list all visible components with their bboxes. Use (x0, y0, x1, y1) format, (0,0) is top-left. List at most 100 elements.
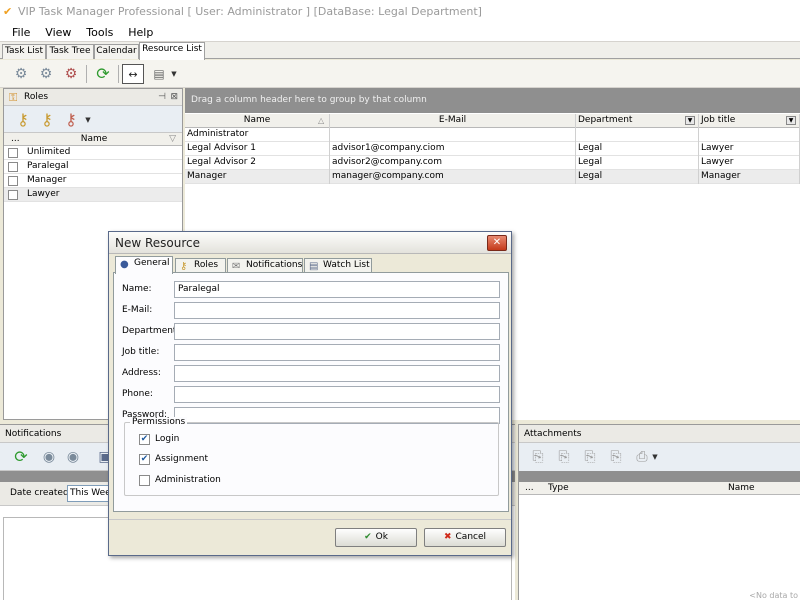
date-created-select[interactable]: This Week (67, 485, 111, 502)
job-title-field-row: Job title: (114, 344, 510, 361)
dialog-tab-roles[interactable]: ⚷ Roles (175, 258, 226, 273)
assignment-label: Assignment (155, 454, 208, 464)
sort-arrow-icon: ▽ (169, 134, 176, 144)
column-header-job-title[interactable]: Job title (699, 114, 800, 128)
dialog-tab-general[interactable]: ● General (115, 256, 173, 274)
tab-task-list[interactable]: Task List (2, 44, 46, 59)
menu-help[interactable]: Help (122, 24, 159, 39)
menu-bar: File View Tools Help (0, 24, 800, 42)
toolbar-separator (86, 65, 87, 83)
add-role-icon[interactable]: ⚷ (12, 110, 34, 130)
table-row[interactable]: Manager manager@company.com Legal Manage… (185, 170, 800, 184)
delete-attachment-icon[interactable]: ⎘ (605, 447, 627, 467)
roles-grid-header: Name ... ▽ (4, 133, 182, 146)
ok-button[interactable]: ✔ Ok (335, 528, 417, 547)
filter-dropdown-icon[interactable]: ▼ (786, 116, 796, 125)
menu-tools[interactable]: Tools (80, 24, 119, 39)
name-label: Name: (122, 284, 152, 294)
phone-input[interactable] (174, 386, 500, 403)
department-input[interactable] (174, 323, 500, 340)
view-all-icon[interactable]: ◉ (62, 447, 84, 467)
dialog-tab-label: Notifications (246, 260, 303, 270)
filter-dropdown-icon[interactable]: ▼ (685, 116, 695, 125)
column-header-dots[interactable]: ... (525, 482, 534, 494)
chevron-down-icon[interactable]: ▼ (649, 447, 661, 467)
name-input[interactable]: Paralegal (174, 281, 500, 298)
administration-checkbox[interactable] (139, 475, 150, 486)
attachments-panel: Attachments ⎘ ⎘ ⎘ ⎘ ⎙ ▼ ... Type Name <N… (518, 424, 800, 600)
dialog-tab-watch-list[interactable]: ▤ Watch List (304, 258, 372, 273)
edit-role-icon[interactable]: ⚷ (36, 110, 58, 130)
save-attachment-icon[interactable]: ⎘ (579, 447, 601, 467)
column-header-label: Name (243, 115, 271, 125)
job-title-input[interactable] (174, 344, 500, 361)
login-label: Login (155, 434, 180, 444)
column-header-name[interactable]: Name (185, 114, 330, 128)
close-panel-icon[interactable]: ⊠ (170, 89, 178, 105)
dialog-separator (109, 519, 511, 520)
group-by-bar[interactable]: Drag a column header here to group by th… (185, 88, 800, 113)
job-title-label: Job title: (122, 347, 160, 357)
role-row-unlimited[interactable]: Unlimited (4, 146, 182, 160)
edit-resource-icon[interactable]: ⚙ (35, 64, 57, 84)
tab-calendar[interactable]: Calendar (94, 44, 139, 59)
add-attachment-icon[interactable]: ⎘ (527, 447, 549, 467)
table-row[interactable]: Legal Advisor 2 advisor2@company.com Leg… (185, 156, 800, 170)
chevron-down-icon[interactable]: ▼ (82, 110, 94, 130)
role-checkbox[interactable] (8, 176, 18, 186)
refresh-icon[interactable]: ⟳ (92, 64, 114, 84)
dialog-title-bar: New Resource ✕ (109, 232, 511, 254)
role-checkbox[interactable] (8, 190, 18, 200)
chevron-down-icon[interactable]: ▼ (168, 64, 180, 84)
role-checkbox[interactable] (8, 148, 18, 158)
attachments-group-bar (519, 471, 800, 482)
department-label: Department: (122, 326, 180, 336)
open-attachment-icon[interactable]: ⎘ (553, 447, 575, 467)
pin-icon[interactable]: ⊣ (158, 89, 166, 105)
dialog-tab-label: Watch List (323, 260, 370, 270)
cell-email: manager@company.com (330, 170, 576, 184)
role-row-manager[interactable]: Manager (4, 174, 182, 188)
close-dialog-button[interactable]: ✕ (487, 235, 507, 251)
no-data-text: <No data to (749, 591, 798, 600)
role-row-paralegal[interactable]: Paralegal (4, 160, 182, 174)
column-header-email[interactable]: E-Mail (330, 114, 576, 128)
column-width-icon[interactable]: ↔ (122, 64, 144, 84)
role-row-lawyer[interactable]: Lawyer (4, 188, 182, 202)
table-row[interactable]: Legal Advisor 1 advisor1@company.ciom Le… (185, 142, 800, 156)
permissions-legend: Permissions (130, 417, 188, 427)
email-input[interactable] (174, 302, 500, 319)
address-input[interactable] (174, 365, 500, 382)
menu-view[interactable]: View (39, 24, 77, 39)
roles-column-dots[interactable]: ... (11, 133, 20, 145)
refresh-icon[interactable]: ⟳ (10, 447, 32, 467)
add-resource-icon[interactable]: ⚙ (10, 64, 32, 84)
cancel-button[interactable]: ✖ Cancel (424, 528, 506, 547)
role-checkbox[interactable] (8, 162, 18, 172)
assignment-checkbox[interactable]: ✔ (139, 454, 150, 465)
administration-label: Administration (155, 475, 221, 485)
roles-column-name[interactable]: Name (4, 133, 184, 145)
roles-key-icon: ⚿ (9, 91, 18, 104)
app-check-icon: ✔ (3, 5, 13, 18)
delete-resource-icon[interactable]: ⚙ (60, 64, 82, 84)
menu-file[interactable]: File (0, 24, 36, 39)
address-field-row: Address: (114, 365, 510, 382)
permissions-group: Permissions ✔ Login ✔ Assignment Adminis… (124, 417, 499, 496)
tab-task-tree[interactable]: Task Tree (46, 44, 94, 59)
column-header-department[interactable]: Department (576, 114, 699, 128)
date-created-label: Date created: (10, 488, 72, 498)
department-field-row: Department: (114, 323, 510, 340)
column-header-type[interactable]: Type (548, 482, 569, 494)
column-header-name[interactable]: Name (728, 482, 755, 494)
login-checkbox[interactable]: ✔ (139, 434, 150, 445)
x-icon: ✖ (443, 532, 452, 542)
document-icon[interactable]: ▤ (148, 64, 170, 84)
delete-role-icon[interactable]: ⚷ (60, 110, 82, 130)
ok-label: Ok (375, 532, 388, 542)
dialog-tab-notifications[interactable]: ✉ Notifications (227, 258, 303, 273)
view-icon[interactable]: ◉ (38, 447, 60, 467)
table-row[interactable]: Administrator (185, 128, 800, 142)
tab-resource-list[interactable]: Resource List (139, 42, 205, 60)
attachments-toolbar: ⎘ ⎘ ⎘ ⎘ ⎙ ▼ (519, 443, 800, 471)
